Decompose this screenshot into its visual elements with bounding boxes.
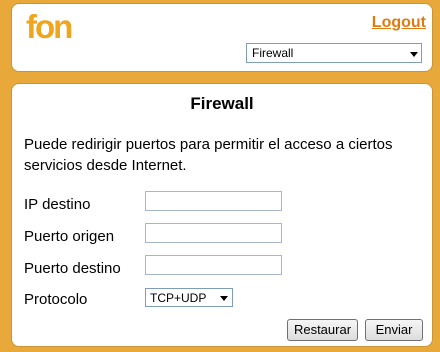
puerto-destino-label: Puerto destino <box>24 260 121 277</box>
protocolo-select[interactable]: TCP+UDP <box>145 288 233 307</box>
page-select-value: Firewall <box>252 46 294 60</box>
intro-text: Puede redirigir puertos para permitir el… <box>24 136 393 174</box>
chevron-down-icon <box>220 296 228 301</box>
puerto-origen-label: Puerto origen <box>24 228 115 245</box>
puerto-origen-input[interactable] <box>145 223 282 243</box>
protocolo-select-value: TCP+UDP <box>150 291 207 305</box>
page-title: Firewall <box>190 94 254 113</box>
puerto-destino-input[interactable] <box>145 255 282 275</box>
protocolo-label: Protocolo <box>24 291 88 308</box>
ip-destino-label: IP destino <box>24 196 91 213</box>
chevron-down-icon <box>410 52 418 57</box>
svg-text:fon: fon <box>26 10 72 44</box>
fon-logo: fon <box>26 10 74 44</box>
send-button[interactable]: Enviar <box>365 319 423 341</box>
logout-link[interactable]: Logout <box>372 14 426 32</box>
ip-destino-input[interactable] <box>145 191 282 211</box>
header-panel: fon Logout Firewall <box>11 3 433 72</box>
page-select[interactable]: Firewall <box>246 43 422 63</box>
main-panel: Firewall Puede redirigir puertos para pe… <box>11 83 433 347</box>
restore-button[interactable]: Restaurar <box>287 319 358 341</box>
